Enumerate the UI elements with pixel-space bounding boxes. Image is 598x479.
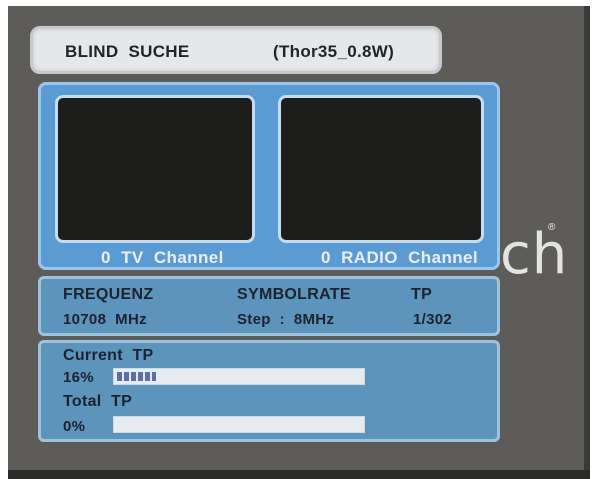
watermark-registered-icon: ® bbox=[548, 222, 556, 233]
watermark-logo: ch bbox=[500, 222, 569, 287]
current-tp-label: Current TP bbox=[63, 347, 154, 364]
current-tp-progress-bar bbox=[113, 368, 365, 385]
frequenz-label: FREQUENZ bbox=[63, 286, 154, 303]
current-tp-percent: 16% bbox=[63, 369, 94, 386]
step-value: Step : 8MHz bbox=[237, 311, 335, 328]
radio-channel-count: 0 RADIO Channel bbox=[321, 248, 478, 267]
total-tp-percent: 0% bbox=[63, 418, 86, 435]
info-panel: FREQUENZ 10708 MHz SYMBOLRATE TP Step : … bbox=[38, 276, 500, 336]
total-tp-progress-bar bbox=[113, 416, 365, 433]
current-tp-progress-fill bbox=[117, 372, 156, 381]
frequenz-value: 10708 MHz bbox=[63, 311, 147, 328]
tp-value: 1/302 bbox=[413, 311, 453, 328]
progress-panel: Current TP 16% Total TP 0% bbox=[38, 340, 500, 442]
screen: BLIND SUCHE (Thor35_0.8W) 0 TV Channel 0… bbox=[0, 0, 598, 479]
tp-label: TP bbox=[411, 286, 433, 303]
satellite-name: (Thor35_0.8W) bbox=[273, 42, 395, 61]
radio-preview-window bbox=[278, 95, 484, 243]
bottom-bezel bbox=[8, 470, 590, 479]
page-title: BLIND SUCHE bbox=[65, 42, 190, 61]
tv-channel-count: 0 TV Channel bbox=[101, 248, 224, 267]
title-box: BLIND SUCHE (Thor35_0.8W) bbox=[30, 26, 442, 74]
total-tp-label: Total TP bbox=[63, 393, 133, 410]
symbolrate-label: SYMBOLRATE bbox=[237, 286, 351, 303]
tv-preview-window bbox=[55, 95, 255, 243]
channel-panel: 0 TV Channel 0 RADIO Channel bbox=[38, 82, 500, 270]
